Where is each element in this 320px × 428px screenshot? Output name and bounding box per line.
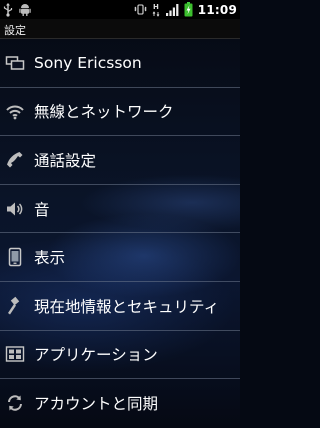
settings-item-sound[interactable]: 音: [0, 185, 240, 234]
settings-list: Sony Ericsson 無線とネットワーク 通話設定 音 表示 現在地情報と…: [0, 39, 240, 428]
settings-item-label: 音: [34, 200, 50, 219]
sync-icon: [5, 393, 25, 413]
android-debug-icon: [19, 3, 31, 16]
settings-item-label: Sony Ericsson: [34, 53, 142, 72]
settings-item-sony-ericsson[interactable]: Sony Ericsson: [0, 39, 240, 88]
svg-text:H: H: [153, 3, 159, 11]
settings-item-label: アカウントと同期: [34, 395, 159, 414]
settings-item-display[interactable]: 表示: [0, 233, 240, 282]
settings-item-call-settings[interactable]: 通話設定: [0, 136, 240, 185]
windows-icon: [5, 53, 25, 73]
applications-icon: [5, 344, 25, 364]
title-bar: 設定: [0, 19, 240, 39]
settings-item-wireless-network[interactable]: 無線とネットワーク: [0, 88, 240, 137]
settings-item-label: 無線とネットワーク: [34, 103, 174, 122]
settings-item-label: 表示: [34, 249, 66, 268]
settings-item-label: アプリケーション: [34, 346, 158, 365]
security-icon: [5, 296, 25, 316]
hspa-icon: H: [152, 2, 161, 17]
settings-item-label: 現在地情報とセキュリティ: [34, 297, 220, 316]
settings-item-location-security[interactable]: 現在地情報とセキュリティ: [0, 282, 240, 331]
speaker-icon: [5, 199, 25, 219]
settings-item-accounts-sync[interactable]: アカウントと同期: [0, 379, 240, 428]
usb-icon: [3, 2, 13, 17]
page-title: 設定: [4, 24, 26, 37]
display-icon: [5, 247, 25, 267]
status-bar: H 11:09: [0, 0, 240, 19]
signal-icon: [165, 3, 179, 16]
settings-item-label: 通話設定: [34, 151, 97, 170]
wifi-icon: [5, 101, 25, 121]
battery-charging-icon: [184, 2, 193, 17]
clock: 11:09: [197, 2, 237, 17]
phone-handset-icon: [5, 150, 25, 170]
settings-item-applications[interactable]: アプリケーション: [0, 331, 240, 380]
vibrate-icon: [134, 3, 147, 16]
